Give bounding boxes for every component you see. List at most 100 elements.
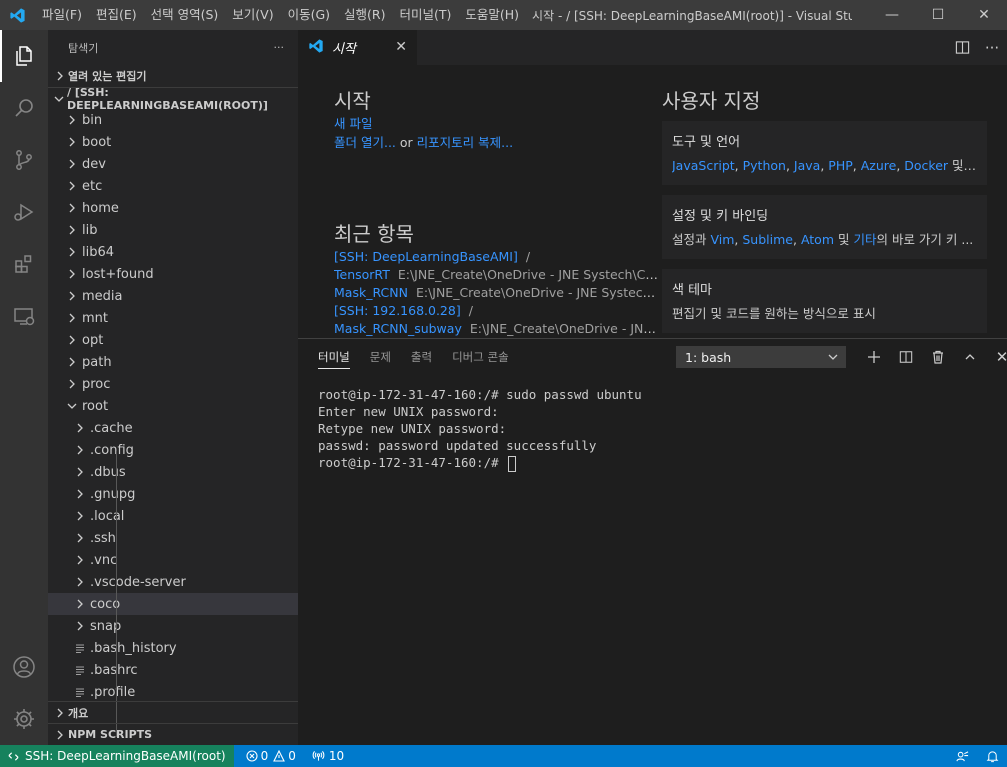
clone-repo-link[interactable]: 리포지토리 복제...	[417, 135, 513, 150]
menu-item[interactable]: 선택 영역(S)	[144, 0, 226, 30]
explorer-icon[interactable]	[0, 30, 48, 82]
tree-folder-item[interactable]: .gnupg	[48, 483, 298, 505]
menu-item[interactable]: 편집(E)	[89, 0, 144, 30]
panel-tab[interactable]: 문제	[370, 339, 391, 375]
tree-folder-item[interactable]: .local	[48, 505, 298, 527]
panel-tab[interactable]: 디버그 콘솔	[452, 339, 509, 375]
menu-item[interactable]: 파일(F)	[35, 0, 89, 30]
terminal-select[interactable]: 1: bash	[676, 346, 846, 368]
customize-card[interactable]: 설정 및 키 바인딩 설정과 Vim, Sublime, Atom 및 기타의 바…	[662, 195, 987, 259]
tree-folder-item[interactable]: .dbus	[48, 461, 298, 483]
bottom-panel: 터미널 문제 출력 디버그 콘솔 1: bash ✕ root@ip-172-31-4…	[298, 338, 1007, 745]
tree-folder-item[interactable]: coco	[48, 593, 298, 615]
menu-item[interactable]: 도움말(H)	[458, 0, 526, 30]
tree-folder-item[interactable]: boot	[48, 131, 298, 153]
card-link[interactable]: Sublime	[742, 232, 793, 247]
maximize-button[interactable]: ☐	[915, 0, 961, 30]
tree-folder-item[interactable]: mnt	[48, 307, 298, 329]
remote-indicator[interactable]: SSH: DeepLearningBaseAMI(root)	[0, 745, 234, 767]
menu-item[interactable]: 터미널(T)	[393, 0, 459, 30]
tree-folder-item[interactable]: lib	[48, 219, 298, 241]
card-link[interactable]: Docker	[904, 158, 948, 173]
tab-welcome[interactable]: 시작 ✕	[298, 30, 417, 65]
tree-folder-item[interactable]: proc	[48, 373, 298, 395]
warning-icon	[273, 750, 286, 762]
tree-folder-item[interactable]: .ssh	[48, 527, 298, 549]
card-link[interactable]: PHP	[828, 158, 852, 173]
card-link[interactable]: Atom	[801, 232, 834, 247]
accounts-icon[interactable]	[0, 641, 48, 693]
tree-item-label: mnt	[82, 310, 108, 326]
new-terminal-icon[interactable]	[858, 350, 890, 364]
recent-item-link[interactable]: [SSH: DeepLearningBaseAMI]	[334, 249, 518, 264]
panel-tab[interactable]: 터미널	[318, 339, 350, 375]
problems-indicator[interactable]: 0 0	[246, 749, 296, 763]
tree-file-item[interactable]: .profile	[48, 681, 298, 703]
more-actions-button[interactable]: ···	[274, 41, 285, 54]
ports-indicator[interactable]: 10	[312, 749, 344, 763]
terminal-output[interactable]: root@ip-172-31-47-160:/# sudo passwd ubu…	[318, 386, 642, 472]
tree-folder-item[interactable]: root	[48, 395, 298, 417]
tree-folder-item[interactable]: home	[48, 197, 298, 219]
split-editor-icon[interactable]	[947, 40, 977, 55]
welcome-page: 시작 새 파일 폴더 열기... or 리포지토리 복제... 최근 항목 [S…	[298, 65, 1007, 338]
menu-item[interactable]: 실행(R)	[337, 0, 392, 30]
source-control-icon[interactable]	[0, 134, 48, 186]
card-link[interactable]: JavaScript	[672, 158, 735, 173]
tree-item-label: dev	[82, 156, 106, 172]
recent-item-link[interactable]: Mask_RCNN_subway	[334, 321, 462, 336]
open-folder-link[interactable]: 폴더 열기...	[334, 135, 396, 150]
card-link[interactable]: 기타	[853, 232, 876, 247]
tree-folder-item[interactable]: dev	[48, 153, 298, 175]
tree-file-item[interactable]: .bashrc	[48, 659, 298, 681]
tree-folder-item[interactable]: bin	[48, 109, 298, 131]
outline-section[interactable]: 개요	[48, 701, 298, 723]
search-icon[interactable]	[0, 82, 48, 134]
close-window-button[interactable]: ✕	[961, 0, 1007, 30]
customize-card[interactable]: 도구 및 언어 JavaScript, Python, Java, PHP, Az…	[662, 121, 987, 185]
new-file-link[interactable]: 새 파일	[334, 116, 372, 131]
tree-folder-item[interactable]: lib64	[48, 241, 298, 263]
panel-tab[interactable]: 출력	[411, 339, 432, 375]
feedback-icon[interactable]	[947, 750, 977, 763]
trash-icon[interactable]	[922, 350, 954, 364]
menu-item[interactable]: 보기(V)	[225, 0, 280, 30]
chevron-right-icon	[52, 71, 68, 81]
root-folder-section[interactable]: / [SSH: DEEPLEARNINGBASEAMI(ROOT)]	[48, 86, 298, 112]
card-link[interactable]: Python	[743, 158, 786, 173]
tree-folder-item[interactable]: media	[48, 285, 298, 307]
vscode-logo-icon	[0, 0, 35, 30]
npm-scripts-section[interactable]: NPM SCRIPTS	[48, 723, 298, 745]
tree-folder-item[interactable]: lost+found	[48, 263, 298, 285]
split-terminal-icon[interactable]	[890, 350, 922, 364]
settings-gear-icon[interactable]	[0, 693, 48, 745]
recent-item-link[interactable]: TensorRT	[334, 267, 390, 282]
tree-file-item[interactable]: .bash_history	[48, 637, 298, 659]
tree-folder-item[interactable]: .vnc	[48, 549, 298, 571]
minimize-button[interactable]: —	[869, 0, 915, 30]
card-link[interactable]: Azure	[861, 158, 897, 173]
panel-actions: ✕	[858, 346, 1007, 368]
tree-folder-item[interactable]: opt	[48, 329, 298, 351]
close-panel-icon[interactable]: ✕	[986, 348, 1007, 366]
card-link[interactable]: Java	[794, 158, 820, 173]
tree-folder-item[interactable]: etc	[48, 175, 298, 197]
menu-item[interactable]: 이동(G)	[281, 0, 337, 30]
run-debug-icon[interactable]	[0, 186, 48, 238]
maximize-panel-icon[interactable]	[954, 351, 986, 363]
tree-folder-item[interactable]: .vscode-server	[48, 571, 298, 593]
remote-explorer-icon[interactable]	[0, 290, 48, 342]
tree-folder-item[interactable]: snap	[48, 615, 298, 637]
card-link[interactable]: Vim	[710, 232, 734, 247]
customize-card[interactable]: 색 테마 편집기 및 코드를 원하는 방식으로 표시	[662, 269, 987, 333]
more-actions-icon[interactable]: ···	[977, 39, 1007, 57]
tree-folder-item[interactable]: .cache	[48, 417, 298, 439]
open-editors-section[interactable]: 열려 있는 편집기	[48, 65, 298, 87]
notifications-bell-icon[interactable]	[977, 750, 1007, 763]
recent-item-link[interactable]: [SSH: 192.168.0.28]	[334, 303, 461, 318]
tree-folder-item[interactable]: path	[48, 351, 298, 373]
tree-folder-item[interactable]: .config	[48, 439, 298, 461]
extensions-icon[interactable]	[0, 238, 48, 290]
close-tab-icon[interactable]: ✕	[395, 39, 407, 55]
recent-item-link[interactable]: Mask_RCNN	[334, 285, 408, 300]
